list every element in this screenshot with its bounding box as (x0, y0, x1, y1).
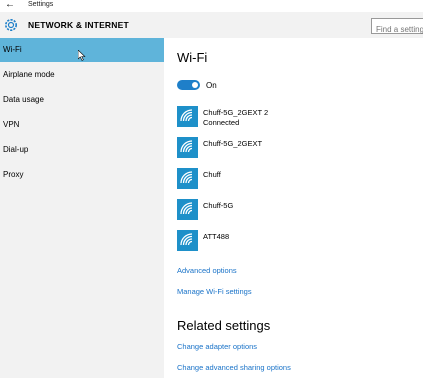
wifi-signal-icon (177, 137, 198, 158)
network-item[interactable]: Chuff (177, 168, 397, 192)
network-item[interactable]: Chuff-5G_2GEXT (177, 137, 397, 161)
network-status: Connected (203, 118, 240, 127)
network-name: Chuff-5G (203, 201, 234, 210)
gear-icon (5, 19, 17, 31)
sidebar-item-data-usage[interactable]: Data usage (0, 88, 164, 112)
page-title: NETWORK & INTERNET (28, 20, 129, 30)
network-item[interactable]: Chuff-5G_2GEXT 2 Connected (177, 106, 397, 130)
related-settings-title: Related settings (177, 318, 271, 333)
search-box[interactable] (371, 18, 423, 37)
manage-wifi-settings-link[interactable]: Manage Wi-Fi settings (177, 287, 252, 296)
sidebar-item-airplane-mode[interactable]: Airplane mode (0, 63, 164, 87)
mouse-cursor-icon (78, 50, 86, 61)
window-title: Settings (28, 1, 54, 8)
wifi-toggle-label: On (206, 81, 217, 90)
network-name: Chuff-5G_2GEXT 2 (203, 108, 269, 117)
wifi-signal-icon (177, 168, 198, 189)
sidebar: Wi-Fi Airplane mode Data usage VPN Dial-… (0, 38, 164, 378)
page-header: NETWORK & INTERNET (0, 12, 423, 38)
wifi-signal-icon (177, 106, 198, 127)
wifi-toggle[interactable] (177, 80, 200, 90)
change-adapter-options-link[interactable]: Change adapter options (177, 342, 257, 351)
toggle-knob (192, 82, 198, 88)
network-name: ATT488 (203, 232, 230, 241)
change-sharing-options-link[interactable]: Change advanced sharing options (177, 363, 291, 372)
network-name: Chuff-5G_2GEXT (203, 139, 263, 148)
section-title-wifi: Wi-Fi (177, 50, 208, 65)
search-input[interactable] (372, 22, 423, 37)
sidebar-item-proxy[interactable]: Proxy (0, 163, 164, 187)
wifi-signal-icon (177, 230, 198, 251)
sidebar-item-dial-up[interactable]: Dial-up (0, 138, 164, 162)
wifi-signal-icon (177, 199, 198, 220)
back-arrow-icon[interactable]: ← (5, 0, 15, 10)
network-name: Chuff (203, 170, 221, 179)
sidebar-item-vpn[interactable]: VPN (0, 113, 164, 137)
advanced-options-link[interactable]: Advanced options (177, 266, 237, 275)
title-bar: ← Settings (0, 0, 423, 12)
network-item[interactable]: ATT488 (177, 230, 397, 254)
network-item[interactable]: Chuff-5G (177, 199, 397, 223)
